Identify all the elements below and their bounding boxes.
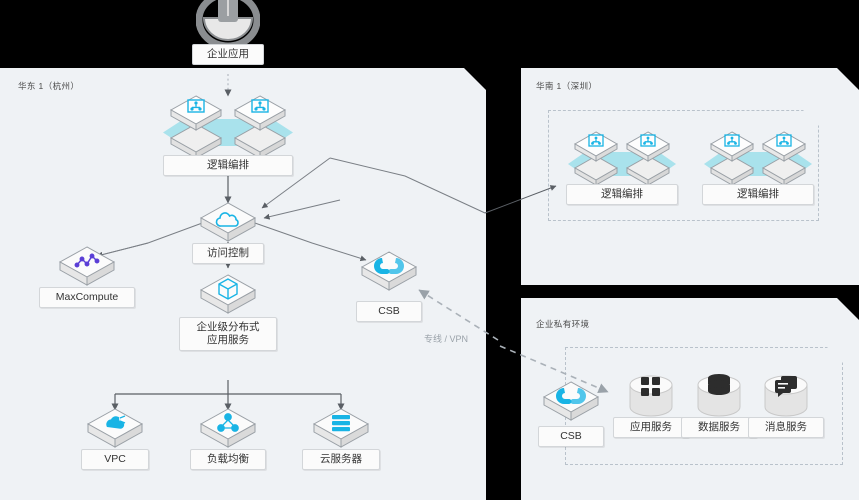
data-service-label: 数据服务 [681,417,757,439]
vpc-cube [84,405,146,455]
csb-cube [358,248,420,298]
node-orchestration-east[interactable]: 逻辑编排 [163,92,293,177]
vpn-link-label: 专线 / VPN [424,334,469,344]
message-service-disc [762,372,810,420]
maxcompute-cube [56,243,118,293]
node-csb-private[interactable]: CSB [538,378,604,448]
node-orchestration-south-2[interactable]: 逻辑编排 [702,128,814,206]
diagram-canvas: 华东 1（杭州） 华南 1（深圳） 企业私有环境 专线 / VPN 企业应用 逻… [0,0,859,500]
vpc-label: VPC [81,449,149,471]
node-orchestration-south-1[interactable]: 逻辑编排 [566,128,678,206]
csb-east-label: CSB [356,301,422,323]
node-enterprise-app[interactable]: 企业应用 [192,0,264,66]
ecs-cube [310,405,372,455]
edas-label-line2: 应用服务 [207,334,249,347]
enterprise-app-icon [195,0,261,50]
node-vpc[interactable]: VPC [81,405,149,471]
node-access-control[interactable]: 访问控制 [192,199,264,265]
enterprise-app-label: 企业应用 [192,44,264,66]
node-maxcompute[interactable]: MaxCompute [39,243,135,309]
edas-label-line1: 企业级分布式 [196,321,260,333]
app-service-disc [627,372,675,420]
node-ecs[interactable]: 云服务器 [302,405,380,471]
node-csb-east[interactable]: CSB [356,248,422,323]
csb-private-label: CSB [538,426,604,448]
region-title-east: 华东 1（杭州） [18,81,80,91]
message-service-label: 消息服务 [748,417,824,439]
data-service-disc [695,372,743,420]
edas-label: 企业级分布式 应用服务 [179,317,277,352]
node-data-service[interactable]: 数据服务 [681,372,757,439]
node-slb[interactable]: 负载均衡 [190,405,266,471]
access-control-label: 访问控制 [192,243,264,265]
edas-cube [197,271,259,321]
slb-cube [197,405,259,455]
app-service-label: 应用服务 [613,417,689,439]
region-title-private: 企业私有环境 [536,319,590,329]
region-title-south: 华南 1（深圳） [536,81,598,91]
csb-cube [540,378,602,428]
orchestration-south-1-label: 逻辑编排 [566,184,678,206]
orchestration-south-2-label: 逻辑编排 [702,184,814,206]
node-message-service[interactable]: 消息服务 [748,372,824,439]
cloud-cube [197,199,259,249]
maxcompute-label: MaxCompute [39,287,135,309]
orchestration-east-label: 逻辑编排 [163,155,293,177]
node-app-service[interactable]: 应用服务 [613,372,689,439]
database-icon [708,374,730,395]
ecs-label: 云服务器 [302,449,380,471]
server-icon [332,415,350,432]
slb-label: 负载均衡 [190,449,266,471]
node-edas[interactable]: 企业级分布式 应用服务 [179,271,277,352]
